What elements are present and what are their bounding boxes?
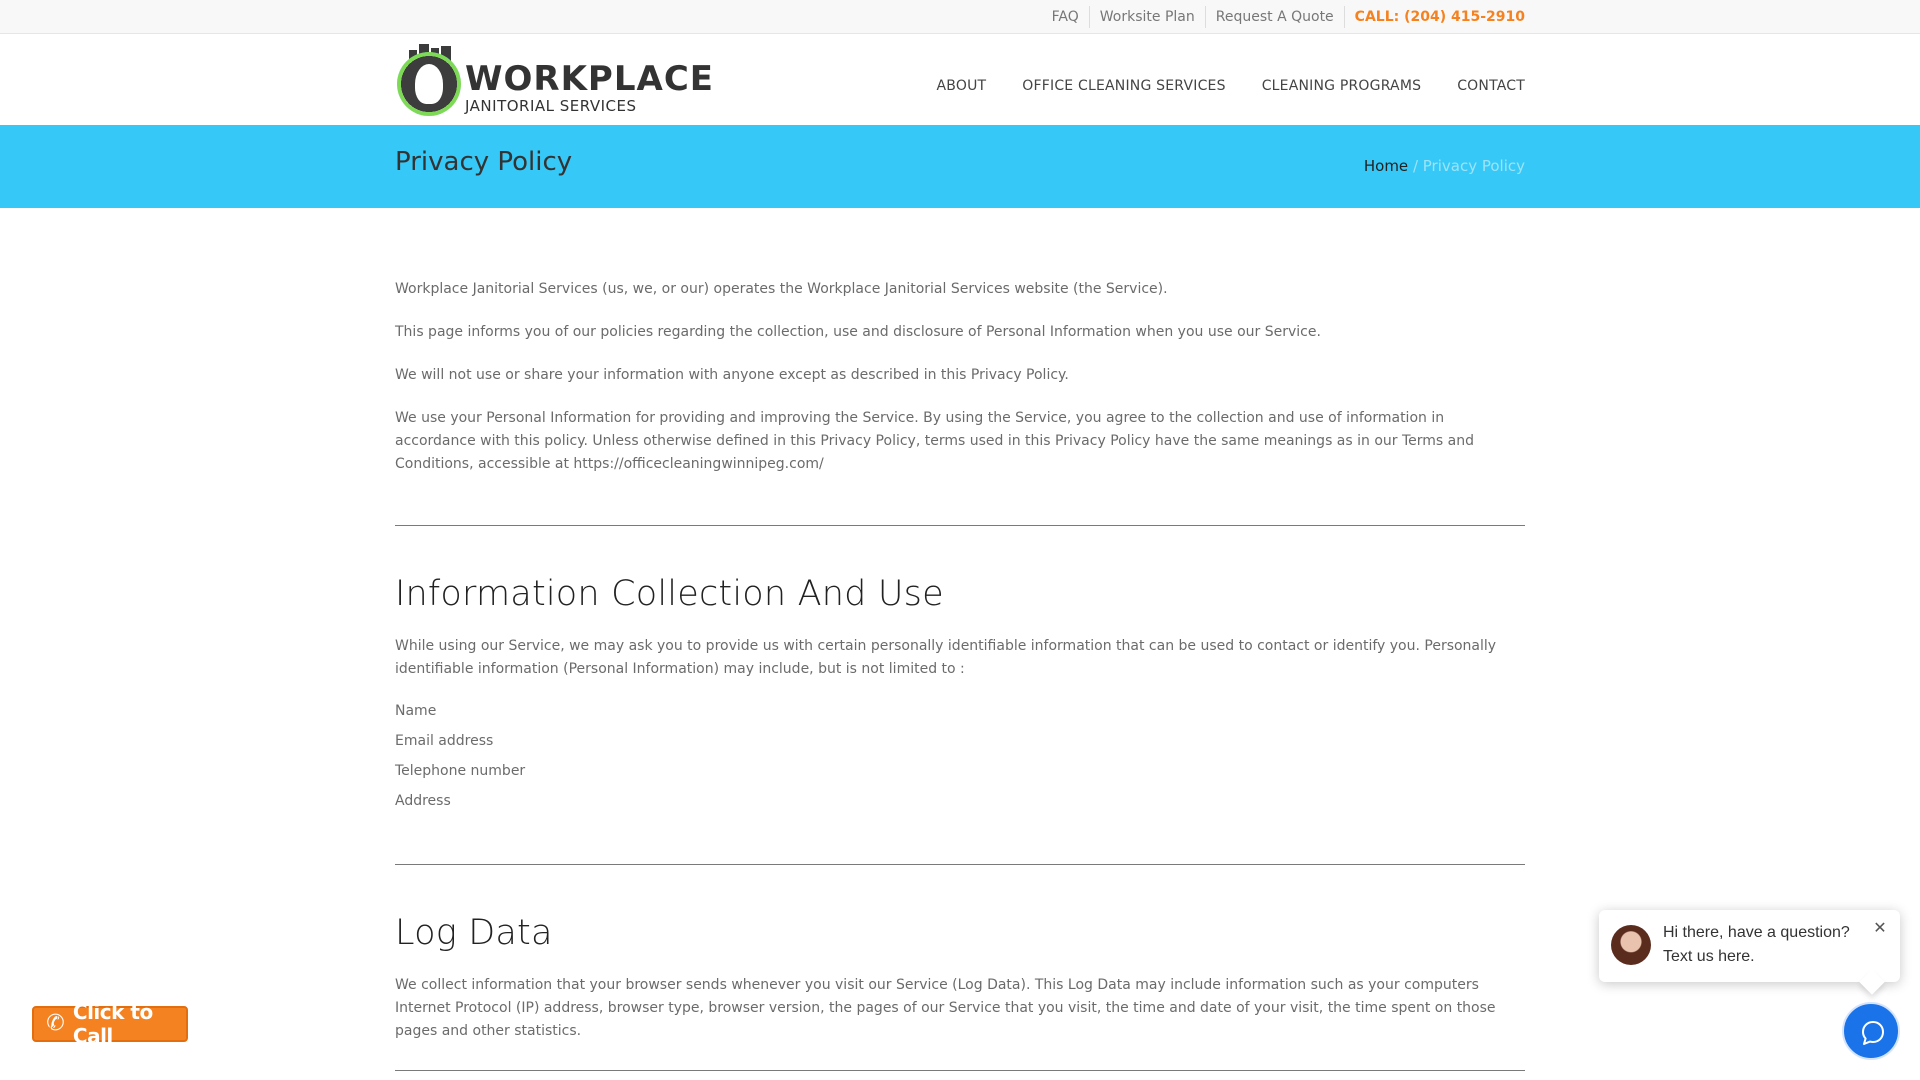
- log-data-paragraph: We collect information that your browser…: [395, 977, 1496, 1039]
- logo-word-workplace: WORKPLACE: [465, 59, 715, 99]
- main-nav: ABOUT OFFICE CLEANING SERVICES CLEANING …: [901, 78, 1525, 94]
- section-divider: [395, 864, 1525, 865]
- list-item: Address: [395, 793, 451, 809]
- close-icon[interactable]: ✕: [1872, 920, 1888, 936]
- faq-link[interactable]: FAQ: [1042, 6, 1090, 28]
- chat-message-line-2: Text us here.: [1663, 948, 1755, 965]
- agent-avatar: [1611, 925, 1651, 965]
- logo-janitor-icon: [397, 52, 461, 116]
- list-item: Email address: [395, 733, 494, 749]
- call-phone-link[interactable]: CALL: (204) 415-2910: [1345, 9, 1525, 25]
- nav-cleaning-programs[interactable]: CLEANING PROGRAMS: [1262, 78, 1422, 94]
- click-to-call-button[interactable]: ✆ Click to Call: [32, 1000, 188, 1048]
- page-title: Privacy Policy: [395, 147, 573, 177]
- intro-paragraph-1: Workplace Janitorial Services (us, we, o…: [395, 281, 1168, 297]
- intro-paragraph-2: This page informs you of our policies re…: [395, 324, 1321, 340]
- top-bar: FAQ Worksite Plan Request A Quote CALL: …: [0, 0, 1920, 34]
- nav-about[interactable]: ABOUT: [937, 78, 987, 94]
- request-quote-link[interactable]: Request A Quote: [1206, 6, 1345, 28]
- section-heading-collection: Information Collection And Use: [395, 574, 944, 614]
- breadcrumb-separator: /: [1412, 157, 1423, 175]
- breadcrumb: Home / Privacy Policy: [1364, 157, 1525, 175]
- site-header: WORKPLACE JANITORIAL SERVICES ABOUT OFFI…: [0, 34, 1920, 125]
- chat-open-button[interactable]: [1842, 1002, 1900, 1060]
- click-to-call-label: Click to Call: [72, 1000, 153, 1048]
- intro-paragraph-4: We use your Personal Information for pro…: [395, 410, 1475, 472]
- chat-message-line-1: Hi there, have a question?: [1663, 924, 1850, 941]
- bubble-tail: [1859, 969, 1885, 995]
- chat-prompt-bubble[interactable]: Hi there, have a question? Text us here.…: [1599, 910, 1900, 995]
- breadcrumb-current: Privacy Policy: [1422, 157, 1525, 175]
- section-divider: [395, 525, 1525, 526]
- page-title-bar: Privacy Policy Home / Privacy Policy: [0, 125, 1920, 208]
- worksite-plan-link[interactable]: Worksite Plan: [1090, 6, 1206, 28]
- logo-word-janitorial: JANITORIAL SERVICES: [465, 97, 637, 115]
- section-heading-log-data: Log Data: [395, 913, 553, 953]
- chat-bubble-icon: [1862, 1021, 1884, 1045]
- collection-paragraph: While using our Service, we may ask you …: [395, 638, 1497, 677]
- site-logo[interactable]: WORKPLACE JANITORIAL SERVICES: [395, 44, 713, 120]
- intro-paragraph-3: We will not use or share your informatio…: [395, 367, 1069, 383]
- phone-icon: ✆: [46, 1011, 65, 1036]
- nav-contact[interactable]: CONTACT: [1457, 78, 1525, 94]
- list-item: Telephone number: [395, 763, 526, 779]
- list-item: Name: [395, 703, 437, 719]
- section-divider: [395, 1070, 1525, 1071]
- nav-office-cleaning-services[interactable]: OFFICE CLEANING SERVICES: [1022, 78, 1225, 94]
- breadcrumb-home[interactable]: Home: [1364, 157, 1408, 175]
- top-links: FAQ Worksite Plan Request A Quote CALL: …: [1042, 0, 1525, 34]
